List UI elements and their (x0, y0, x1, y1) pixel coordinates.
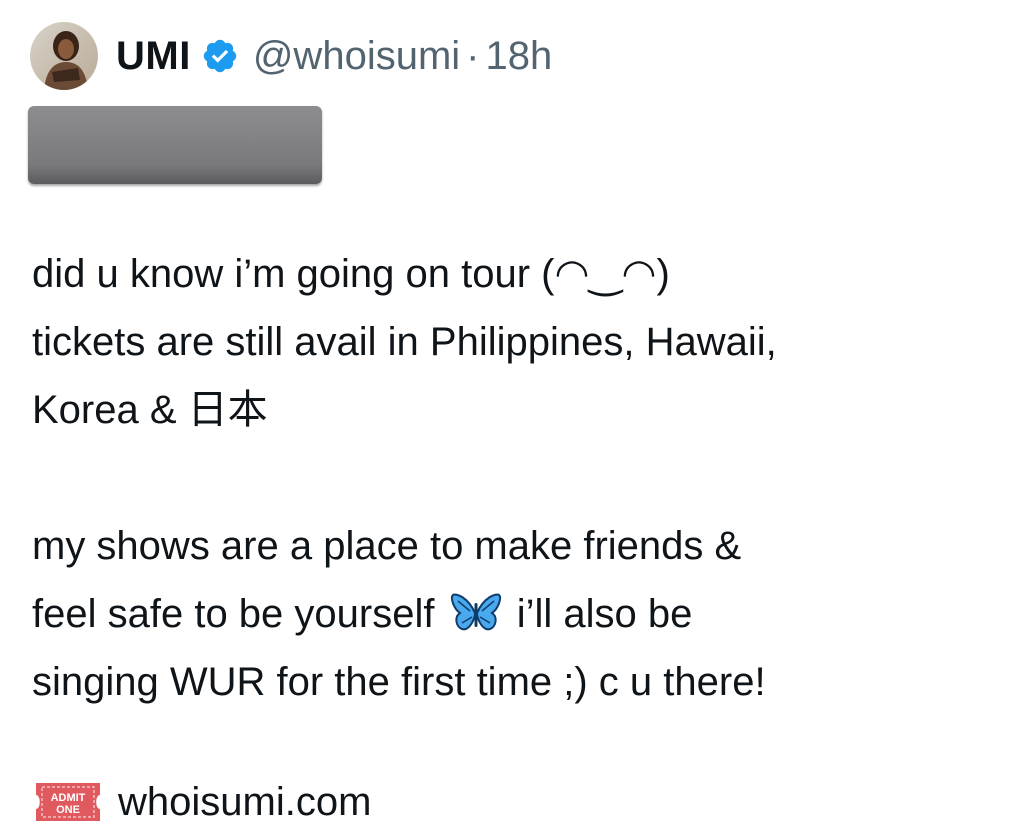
profile-photo-icon (30, 22, 98, 90)
paragraph-shows: my shows are a place to make friends & f… (32, 512, 1007, 716)
butterfly-emoji-icon (450, 588, 502, 632)
paragraph-tour: did u know i’m going on tour (◠‿◠) ticke… (32, 240, 1007, 444)
text-line: singing WUR for the first time ;) c u th… (32, 660, 766, 704)
verified-badge-icon (201, 37, 239, 75)
link-row: ADMIT ONE whoisumi.com (32, 772, 371, 832)
text-line: Korea & 日本 (32, 388, 268, 432)
text-line: did u know i’m going on tour (◠‿◠) (32, 252, 670, 296)
author-name[interactable]: UMI (116, 34, 191, 79)
ticket-text-top: ADMIT (51, 792, 86, 804)
text-line-with-emoji: feel safe to be yourself i’ll also be (32, 580, 1007, 648)
text-line: my shows are a place to make friends & (32, 524, 742, 568)
author-handle[interactable]: @whoisumi (253, 34, 460, 79)
tweet-header: UMI @whoisumi · 18h (30, 22, 552, 90)
text-fragment: i’ll also be (516, 592, 693, 636)
admit-one-ticket-icon: ADMIT ONE (32, 779, 104, 825)
tweet-text: did u know i’m going on tour (◠‿◠) ticke… (32, 240, 1007, 784)
avatar[interactable] (30, 22, 98, 90)
website-link[interactable]: whoisumi.com (118, 780, 371, 825)
separator-dot: · (466, 33, 480, 78)
post-timestamp[interactable]: 18h (485, 34, 552, 79)
text-fragment: feel safe to be yourself (32, 592, 435, 636)
redacted-block (28, 106, 322, 184)
text-line: tickets are still avail in Philippines, … (32, 320, 777, 364)
ticket-text-bottom: ONE (56, 804, 80, 816)
